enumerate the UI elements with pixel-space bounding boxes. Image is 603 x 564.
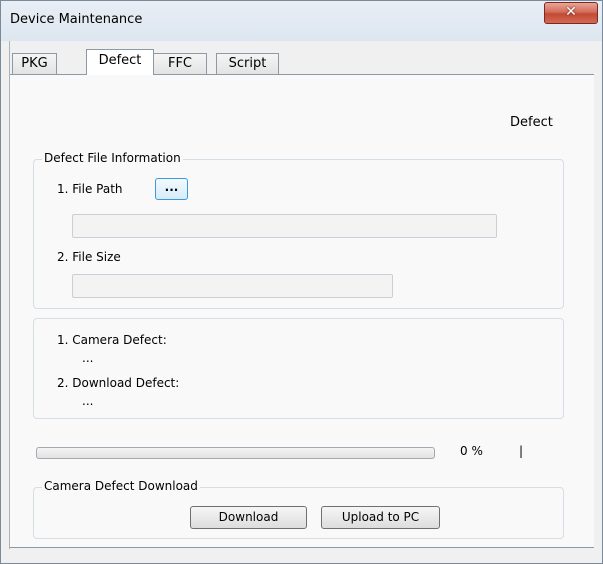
upload-button-label: Upload to PC xyxy=(341,510,420,524)
tab-label: Script xyxy=(228,56,267,71)
client-area: PKG Defect FFC Script Defect Defect File… xyxy=(9,41,596,549)
camera-defect-label: 1. Camera Defect: xyxy=(57,333,167,347)
defect-file-information-group: Defect File Information 1. File Path ...… xyxy=(33,151,564,309)
group-title: Defect File Information xyxy=(42,151,183,165)
browse-button[interactable]: ... xyxy=(155,178,188,200)
file-size-label: 2. File Size xyxy=(57,250,121,264)
download-button[interactable]: Download xyxy=(190,506,307,529)
upload-to-pc-button[interactable]: Upload to PC xyxy=(321,506,440,529)
file-size-field[interactable] xyxy=(72,274,393,298)
progress-percent: 0 % xyxy=(460,444,483,458)
download-button-label: Download xyxy=(218,510,279,524)
download-defect-value: ... xyxy=(82,394,94,408)
group-title: Camera Defect Download xyxy=(42,479,200,493)
file-path-field[interactable] xyxy=(72,214,497,238)
device-maintenance-window: Device Maintenance ✕ PKG Defect FFC Scri… xyxy=(0,0,603,564)
camera-defect-value: ... xyxy=(82,351,94,365)
window-title: Device Maintenance xyxy=(10,12,143,27)
tab-label: Defect xyxy=(98,53,142,68)
defect-count-group: 1. Camera Defect: ... 2. Download Defect… xyxy=(33,318,564,419)
tab-label: FFC xyxy=(167,56,193,71)
defect-caption: Defect xyxy=(510,115,553,130)
browse-label: ... xyxy=(164,180,179,194)
defect-tab-panel: Defect Defect File Information 1. File P… xyxy=(10,74,594,548)
download-progress-bar xyxy=(36,447,435,459)
tab-ffc[interactable]: FFC xyxy=(153,53,207,74)
tab-label: PKG xyxy=(21,56,48,71)
camera-defect-download-group: Camera Defect Download Download Upload t… xyxy=(33,479,564,539)
tab-script[interactable]: Script xyxy=(216,53,279,74)
tab-defect[interactable]: Defect xyxy=(86,49,154,75)
file-path-label: 1. File Path xyxy=(57,182,123,196)
download-defect-label: 2. Download Defect: xyxy=(57,376,180,390)
title-bar[interactable]: Device Maintenance ✕ xyxy=(1,1,602,41)
progress-marker: | xyxy=(519,444,524,458)
close-icon: ✕ xyxy=(565,4,577,20)
tab-pkg[interactable]: PKG xyxy=(12,53,57,74)
close-button[interactable]: ✕ xyxy=(544,2,598,24)
